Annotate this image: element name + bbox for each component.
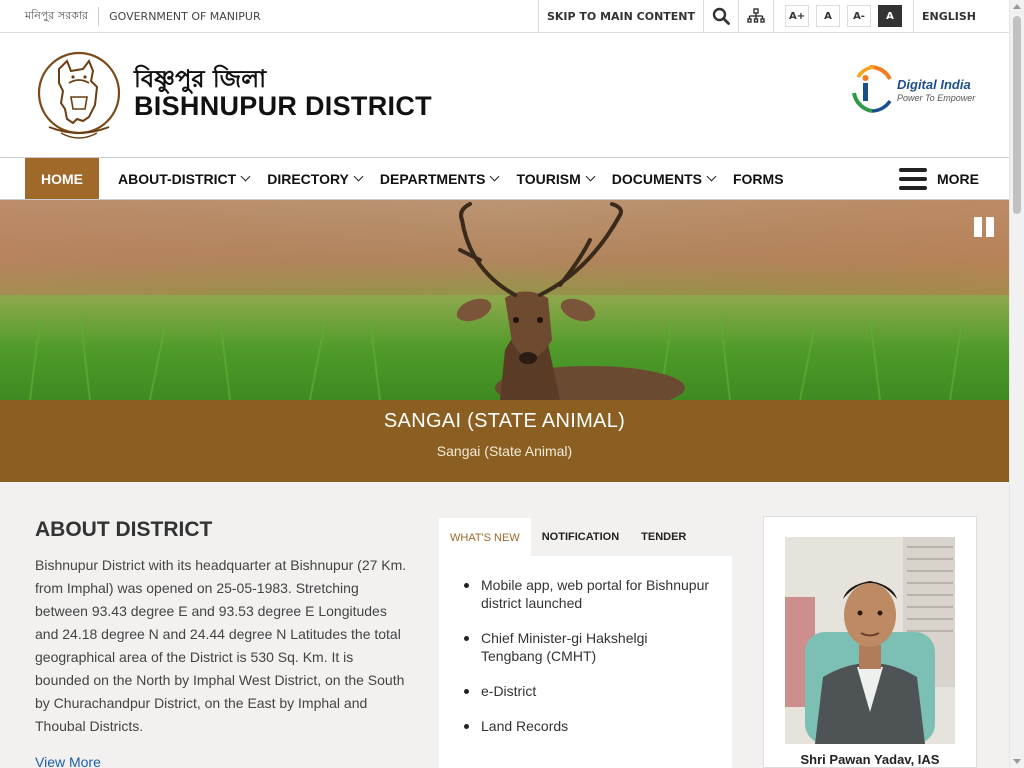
nav-home[interactable]: HOME [25,158,99,199]
official-name: Shri Pawan Yadav, IAS [800,752,940,767]
page-scrollbar[interactable] [1009,0,1024,768]
sitemap-button[interactable] [738,0,773,32]
tab-panel: Mobile app, web portal for Bishnupur dis… [439,556,732,768]
nav-tourism[interactable]: TOURISM [507,158,602,199]
accessibility-bar: SKIP TO MAIN CONTENT A+ A A- A ENGLISH [537,0,984,32]
main-nav: HOME ABOUT-DISTRICT DIRECTORY DEPARTMENT… [0,157,1009,200]
slide-caption: SANGAI (STATE ANIMAL) Sangai (State Anim… [0,400,1009,482]
official-photo [785,537,955,744]
news-item[interactable]: e-District [459,682,712,700]
font-normal-button[interactable]: A [816,5,841,27]
tab-bar: WHAT'S NEW NOTIFICATION TENDER [439,518,732,556]
news-tabs: WHAT'S NEW NOTIFICATION TENDER Mobile ap… [439,518,732,768]
site-title[interactable]: BISHNUPUR DISTRICT [134,91,432,122]
chevron-down-icon [353,171,364,182]
slider-pause-button[interactable] [974,217,994,237]
main-content: ABOUT DISTRICT Bishnupur District with i… [0,482,1009,768]
news-list: Mobile app, web portal for Bishnupur dis… [459,576,712,735]
gov-links: মনিপুর সরকার GOVERNMENT OF MANIPUR [25,0,261,32]
nav-more-label: MORE [937,170,979,187]
sangai-deer-image [0,200,1009,400]
news-item[interactable]: Mobile app, web portal for Bishnupur dis… [459,576,712,612]
nav-forms-label: FORMS [732,170,784,187]
pause-icon [974,217,982,237]
news-item[interactable]: Land Records [459,717,712,735]
chevron-down-icon [706,171,717,182]
about-heading: ABOUT DISTRICT [35,518,213,541]
skip-to-content-link[interactable]: SKIP TO MAIN CONTENT [537,0,703,32]
search-button[interactable] [703,0,738,32]
gov-link-en[interactable]: GOVERNMENT OF MANIPUR [99,10,261,23]
tab-tender[interactable]: TENDER [630,518,697,556]
font-decrease-button[interactable]: A- [847,5,872,27]
digital-india-title: Digital India [897,77,971,92]
tab-notification[interactable]: NOTIFICATION [531,518,630,556]
search-icon [712,7,730,25]
top-bar: মনিপুর সরকার GOVERNMENT OF MANIPUR SKIP … [0,0,1009,33]
manipur-emblem-logo[interactable] [37,47,121,145]
scrollbar-thumb[interactable] [1013,16,1021,214]
site-header: বিষ্ণুপুর জিলা BISHNUPUR DISTRICT Digita… [0,33,1009,157]
chevron-down-icon [489,171,500,182]
gov-link-bn[interactable]: মনিপুর সরকার [25,6,100,26]
slide-subtitle: Sangai (State Animal) [436,443,573,459]
font-size-controls: A+ A A- A [773,0,913,32]
hamburger-icon [899,167,927,190]
view-more-link[interactable]: View More [35,754,410,768]
nav-departments-label: DEPARTMENTS [379,170,486,187]
about-district-section: ABOUT DISTRICT Bishnupur District with i… [35,518,410,768]
digital-india-tagline: Power To Empower [897,93,976,103]
tab-whats-new[interactable]: WHAT'S NEW [439,518,531,556]
chevron-down-icon [585,171,596,182]
nav-documents[interactable]: DOCUMENTS [603,158,724,199]
nav-about-district-label: ABOUT-DISTRICT [118,170,237,187]
chevron-down-icon [240,171,251,182]
high-contrast-button[interactable]: A [878,5,903,27]
slide-title: SANGAI (STATE ANIMAL) [383,410,626,432]
hero-slider: SANGAI (STATE ANIMAL) Sangai (State Anim… [0,200,1009,482]
nav-directory[interactable]: DIRECTORY [258,158,371,199]
nav-home-label: HOME [41,170,83,187]
nav-items: HOME ABOUT-DISTRICT DIRECTORY DEPARTMENT… [25,158,793,199]
news-item[interactable]: Chief Minister-gi Hakshelgi Tengbang (CM… [459,629,712,665]
official-profile-card: Shri Pawan Yadav, IAS [763,516,977,768]
nav-about-district[interactable]: ABOUT-DISTRICT [109,158,258,199]
nav-forms[interactable]: FORMS [724,158,793,199]
scroll-up-arrow-icon[interactable] [1013,4,1021,9]
scroll-down-arrow-icon[interactable] [1013,759,1021,764]
font-increase-button[interactable]: A+ [785,5,810,27]
nav-more-button[interactable]: MORE [899,158,979,199]
language-selector[interactable]: ENGLISH [913,0,984,32]
nav-departments[interactable]: DEPARTMENTS [371,158,508,199]
about-text: Bishnupur District with its headquarter … [35,557,407,734]
nav-documents-label: DOCUMENTS [611,170,702,187]
nav-directory-label: DIRECTORY [267,170,349,187]
sitemap-icon [747,8,765,23]
nav-tourism-label: TOURISM [516,170,581,187]
